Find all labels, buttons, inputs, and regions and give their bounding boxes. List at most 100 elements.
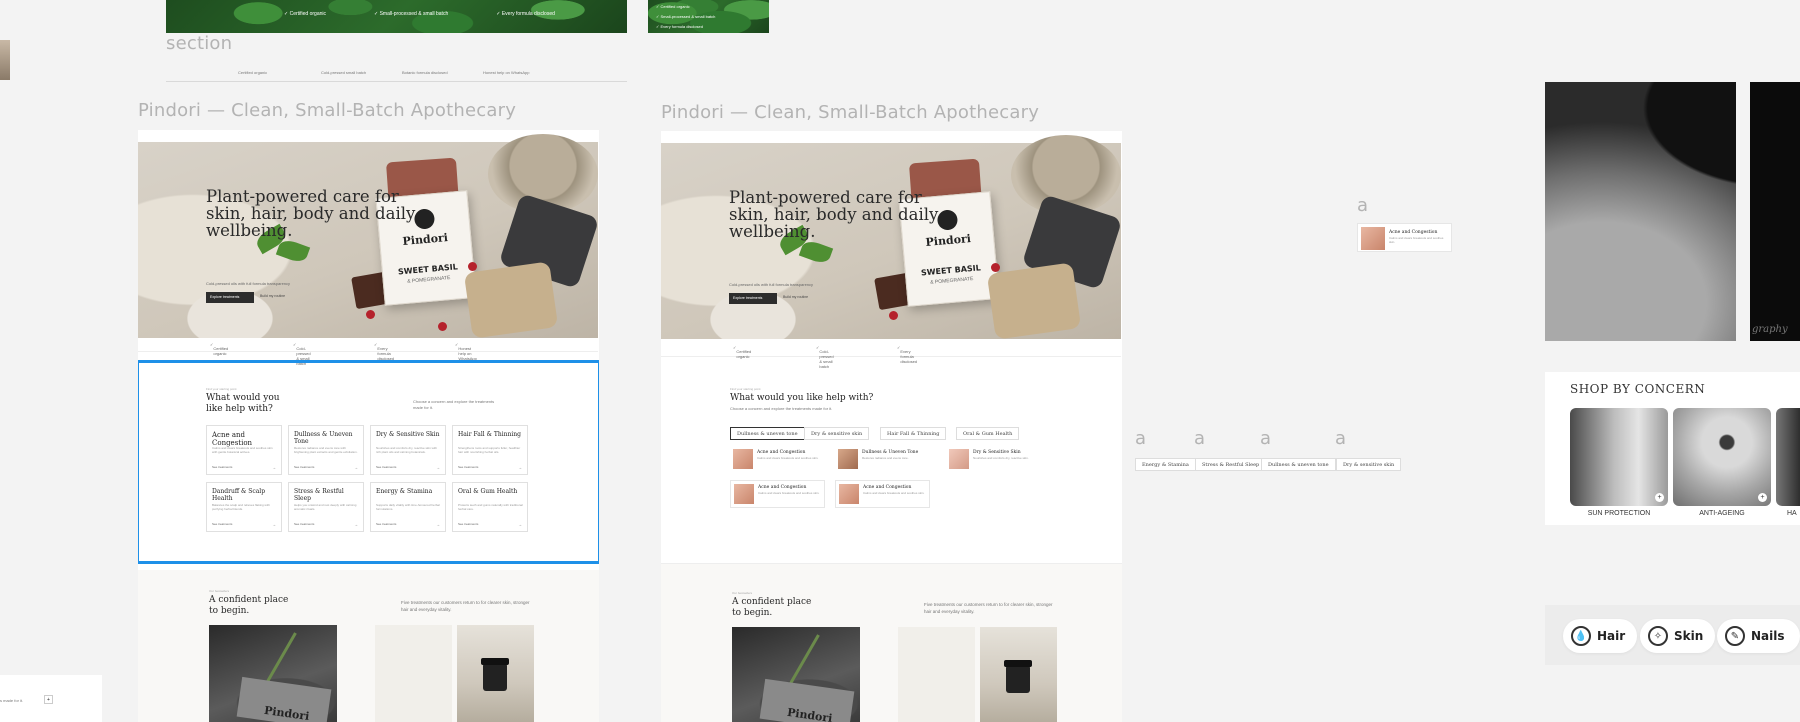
concern-item-title: Acne and Congestion [757,450,806,455]
component-label[interactable]: a [1135,428,1146,449]
skin-texture-image[interactable] [1545,82,1736,341]
concern-item[interactable]: Acne and Congestion Calms and clears bre… [835,480,930,508]
component-label[interactable]: a [1357,195,1368,216]
hero-headline: Plant-powered care for skin, hair, body … [729,188,939,241]
left-edge-thumbnail[interactable] [0,40,10,80]
bestsellers-section[interactable]: Our bestsellers A confident place to beg… [661,563,1122,722]
top-right-feature-1: ✓ Certified organic [656,4,690,9]
top-right-feature-2: ✓ Small-processed & small batch [656,14,716,19]
plus-icon[interactable]: + [1758,493,1767,502]
concern-item-desc: Calms and clears breakouts and soothes s… [863,491,925,495]
jar-icon [483,663,507,691]
concern-image-sun[interactable]: + [1570,408,1668,506]
selection-outline[interactable] [138,360,599,564]
shop-by-concern-heading: SHOP BY CONCERN [1570,382,1706,396]
dark-image[interactable]: graphy [1750,82,1800,341]
frame-b[interactable]: Pindori SWEET BASIL & POMEGRANATE Plant-… [661,131,1122,722]
concern-image-ageing[interactable]: + [1673,408,1771,506]
concern-intro: Choose a concern and explore the treatme… [730,406,833,411]
concern-item[interactable]: Dry & Sensitive Skin Nourishes and comfo… [946,446,1041,474]
concern-tab[interactable]: Hair Fall & Thinning [880,427,947,440]
charcoal-soap-image[interactable]: Pindori [732,627,860,722]
basil-leaf-icon [275,237,311,265]
explore-button[interactable]: Explore treatments [206,292,254,303]
watermark-text: graphy [1752,324,1788,335]
feature-check-2: ✓ Small-processed & small batch [374,11,449,17]
concern-item-thumbnail [733,449,753,469]
skin-nav-pill[interactable]: ✧ Skin [1640,619,1716,653]
berry-icon [468,262,477,271]
basil-leaf-icon [798,238,834,266]
concern-item-desc: Calms and clears breakouts and soothes s… [757,456,819,460]
routine-link[interactable]: Build my routine [783,295,808,299]
bestsellers-section[interactable]: Our bestsellers A confident place to beg… [138,570,599,722]
berry-icon [889,311,898,320]
concern-tab[interactable]: Oral & Gum Health [956,427,1020,440]
nails-nav-pill[interactable]: ✎ Nails [1717,619,1800,653]
placeholder-image[interactable] [375,625,452,722]
feature-check-3: ✓ Every formula disclosed [496,11,555,17]
concern-item[interactable]: Acne and Congestion Calms and clears bre… [730,446,825,474]
concern-item-desc: Calms and clears breakouts and soothes s… [758,491,820,495]
concern-label-ageing: ANTI-AGEING [1699,510,1745,517]
left-edge-panel[interactable]: s made for it. + [0,675,102,722]
frame-a[interactable]: Pindori SWEET BASIL & POMEGRANATE Plant-… [138,130,599,722]
strip-feature-1: Certified organic [238,70,268,75]
feature-item: ✓ Every formula disclosed [374,342,395,361]
concern-tab[interactable]: Dullness & uneven tone [730,427,805,440]
concern-label-hair: HA [1787,510,1797,517]
concern-tab[interactable]: Dry & sensitive skin [804,427,870,440]
explore-button[interactable]: Explore treatments [729,293,777,304]
component-label[interactable]: a [1260,428,1271,449]
concern-heading: What would you like help with? [730,393,874,403]
routine-link[interactable]: Build my routine [260,294,285,298]
top-frame-hero[interactable]: ✓ Certified organic ✓ Small-processed & … [166,0,627,33]
placeholder-image[interactable] [898,627,975,722]
concern-item-component[interactable]: Acne and Congestion Calms and clears bre… [1357,223,1452,252]
top-right-hero[interactable]: ✓ Certified organic ✓ Small-processed & … [648,0,769,33]
concern-image-hair[interactable] [1776,408,1800,506]
bestsellers-eyebrow: Our bestsellers [209,589,230,593]
feature-item: ✓ Certified organic [733,345,752,359]
concern-pill[interactable]: Dry & sensitive skin [1336,458,1402,471]
frame-b-hero[interactable]: Pindori SWEET BASIL & POMEGRANATE Plant-… [661,135,1122,340]
jar-product-image[interactable] [457,625,534,722]
nail-icon: ✎ [1725,626,1745,646]
component-label[interactable]: a [1335,428,1346,449]
concern-section[interactable]: Find your starting point What would you … [661,363,1122,553]
frame-a-title[interactable]: Pindori — Clean, Small-Batch Apothecary [138,100,516,121]
hair-nav-pill[interactable]: 💧 Hair [1563,619,1638,653]
tan-soap-image [986,262,1082,340]
frame-a-feature-strip: ✓ Certified organic ✓ Cold-pressed & sma… [138,338,598,366]
bestsellers-heading: A confident place to begin. [209,595,289,616]
feature-item: ✓ Certified organic [210,342,229,356]
sparkle-icon: ✧ [1648,626,1668,646]
section-label[interactable]: section [166,33,232,54]
concern-item-thumbnail [838,449,858,469]
component-label[interactable]: a [1194,428,1205,449]
concern-item-thumbnail [734,484,754,504]
plus-icon[interactable]: + [1655,493,1664,502]
jar-product-image[interactable] [980,627,1057,722]
nails-nav-label: Nails [1751,629,1785,643]
concern-pill[interactable]: Energy & Stamina [1135,458,1196,471]
frame-b-title[interactable]: Pindori — Clean, Small-Batch Apothecary [661,102,1039,123]
concern-item-title: Acne and Congestion [758,485,807,490]
hero-subtext: Cold-pressed oils with full formula tran… [729,282,814,287]
tan-soap-image [463,261,559,339]
charcoal-soap-image[interactable]: Pindori [209,625,337,722]
bestsellers-subtext: Five treatments our customers return to … [401,600,530,612]
brand-logo-icon [936,209,959,231]
top-feature-strip[interactable]: Certified organic Cold-pressed small bat… [166,62,627,82]
frame-a-hero[interactable]: Pindori SWEET BASIL & POMEGRANATE Plant-… [138,134,599,339]
concern-item[interactable]: Acne and Congestion Calms and clears bre… [730,480,825,508]
concern-item-desc: Nourishes and comforts dry, reactive ski… [973,456,1029,460]
left-edge-arrow-icon[interactable]: + [44,695,53,704]
concern-item-desc: Restores radiance and evens tone. [862,456,909,460]
feature-check-1: ✓ Certified organic [284,11,326,17]
concern-pill[interactable]: Stress & Restful Sleep [1195,458,1267,471]
hero-headline: Plant-powered care for skin, hair, body … [206,187,416,240]
left-edge-text: s made for it. [0,698,24,703]
concern-item[interactable]: Dullness & Uneven Tone Restores radiance… [835,446,930,474]
concern-pill[interactable]: Dullness & uneven tone [1261,458,1336,471]
